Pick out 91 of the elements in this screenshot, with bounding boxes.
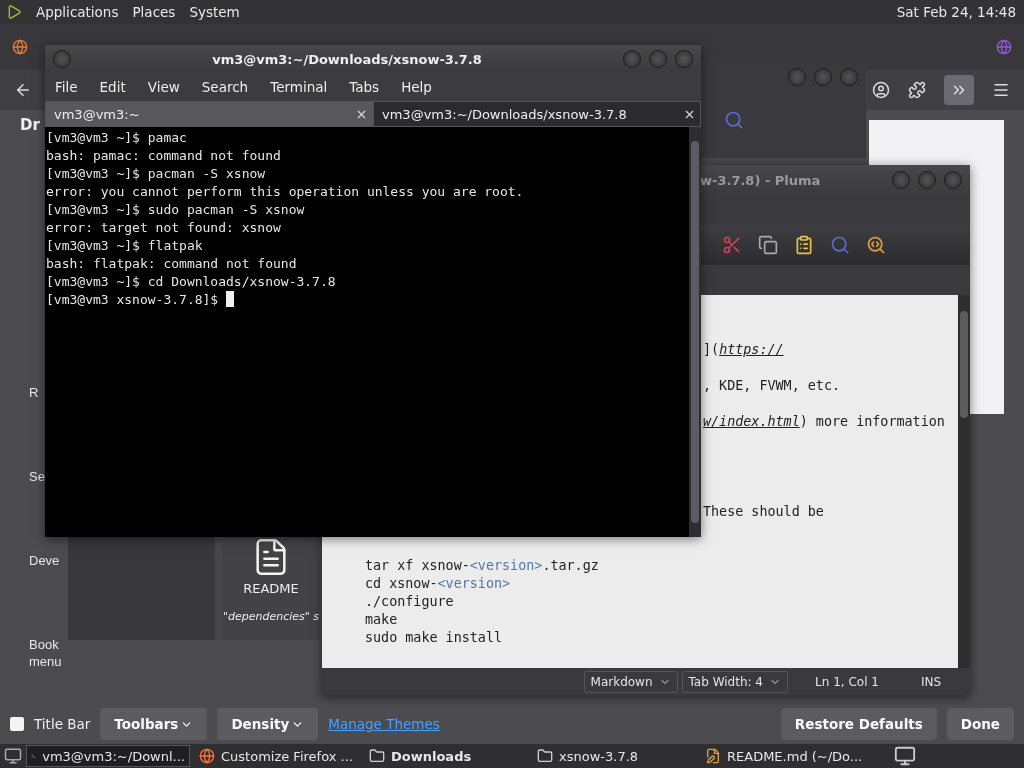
puzzle-icon[interactable] — [908, 81, 926, 99]
back-icon[interactable] — [14, 81, 32, 99]
window-control[interactable] — [788, 68, 806, 86]
terminal-tab[interactable]: vm3@vm3:~/Downloads/xsnow-3.7.8 — [373, 101, 701, 127]
menu-item[interactable]: Help — [401, 79, 432, 95]
menu-item[interactable]: Tabs — [349, 79, 380, 95]
window-control[interactable] — [649, 50, 667, 68]
search-icon[interactable] — [724, 110, 744, 130]
restore-defaults-button[interactable]: Restore Defaults — [780, 708, 937, 740]
taskbar-button[interactable]: Customize Firefox ... — [194, 745, 360, 767]
palette-item-label: R — [29, 384, 40, 401]
scrollbar[interactable] — [689, 127, 701, 537]
window-control[interactable] — [840, 68, 858, 86]
terminal-line: [vm3@vm3 xsnow-3.7.8]$ — [46, 291, 688, 309]
panel-menu[interactable]: Places — [132, 4, 176, 20]
terminal-line: error: you cannot perform this operation unless you are root. — [46, 183, 525, 201]
menu-item[interactable]: Search — [201, 79, 249, 95]
panel-menu[interactable]: Applications — [36, 4, 119, 20]
terminal-line: [vm3@vm3 ~]$ sudo pacman -S xsnow — [46, 201, 306, 219]
terminal-line: error: target not found: xsnow — [46, 219, 282, 237]
scissors-icon[interactable] — [722, 235, 742, 255]
terminal-line: bash: flatpak: command not found — [46, 255, 298, 273]
palette-heading: Dr — [20, 116, 41, 134]
menu-item[interactable]: View — [147, 79, 180, 95]
folder-icon — [537, 748, 553, 764]
window-title: vm3@vm3:~/Downloads/xsnow-3.7.8 — [211, 51, 483, 67]
palette-item-label: Deve — [29, 552, 61, 569]
search-icon[interactable] — [830, 235, 850, 255]
terminal-line: [vm3@vm3 ~]$ pamac — [46, 129, 188, 147]
terminal-line: bash: pamac: command not found — [46, 147, 282, 165]
window-control[interactable] — [814, 68, 832, 86]
taskbar-button[interactable]: README.md (~/Do... — [700, 745, 890, 767]
menu-item[interactable]: File — [55, 79, 78, 95]
menu-icon[interactable] — [992, 81, 1010, 99]
menu-item[interactable]: Terminal — [270, 79, 328, 95]
overflow-menu-button[interactable] — [944, 75, 974, 105]
globe-icon — [199, 748, 215, 764]
text-line: These should be — [702, 503, 825, 521]
text-cursor — [226, 291, 234, 307]
panel-menu[interactable]: System — [189, 4, 240, 20]
taskbar-button[interactable]: Downloads — [364, 745, 528, 767]
terminal-line: [vm3@vm3 ~]$ pacman -S xsnow — [46, 165, 267, 183]
file-tile[interactable]: README "dependencies" s — [222, 537, 320, 640]
pen-document-icon — [705, 748, 721, 764]
window-control[interactable] — [623, 50, 641, 68]
taskbar-button[interactable]: xsnow-3.7.8 — [532, 745, 696, 767]
text-line: w/index.html) more information — [702, 413, 946, 431]
palette-item-label: menu — [29, 653, 63, 670]
code-line: tar xf xsnow-<version>.tar.gz — [364, 557, 600, 575]
folder-icon — [369, 748, 385, 764]
code-line: make — [364, 611, 399, 629]
window-control[interactable] — [918, 171, 936, 189]
palette-item-label: Se — [29, 468, 46, 485]
desktop-icon[interactable] — [4, 747, 22, 765]
terminal-tab[interactable]: vm3@vm3:~ — [45, 101, 373, 127]
code-line: sudo make install — [364, 629, 504, 647]
text-line: , KDE, FVWM, etc. — [702, 377, 842, 395]
workspace-switcher-icon[interactable] — [894, 745, 916, 767]
clock: Sat Feb 24, 14:48 — [896, 4, 1016, 20]
clipboard-icon[interactable] — [794, 235, 814, 255]
browser-icon — [12, 39, 28, 55]
density-button[interactable]: Density — [217, 708, 319, 740]
done-button[interactable]: Done — [946, 708, 1014, 740]
taskbar-button[interactable]: vm3@vm3:~/Downl... — [26, 745, 190, 767]
terminal-line: [vm3@vm3 ~]$ flatpak — [46, 237, 204, 255]
code-line: cd xsnow-<version> — [364, 575, 512, 593]
account-icon[interactable] — [872, 81, 890, 99]
window-title: w-3.7.8) - Pluma — [699, 172, 821, 188]
title-bar-label: Title Bar — [34, 716, 91, 732]
cursor-position: Ln 1, Col 1 — [814, 674, 880, 689]
tab-width-dropdown[interactable]: Tab Width: 4 — [681, 670, 788, 693]
toolbars-button[interactable]: Toolbars — [100, 708, 208, 740]
file-note: "dependencies" s — [222, 610, 320, 623]
window-control[interactable] — [892, 171, 910, 189]
replace-icon[interactable] — [866, 235, 886, 255]
palette-item-label: Book — [29, 636, 60, 653]
copy-icon[interactable] — [758, 235, 778, 255]
logo-icon — [6, 4, 22, 20]
language-dropdown[interactable]: Markdown — [583, 670, 678, 693]
file-name[interactable]: README — [243, 581, 299, 596]
window-control[interactable] — [944, 171, 962, 189]
code-line: ./configure — [364, 593, 455, 611]
window-control[interactable] — [675, 50, 693, 68]
text-line: ](https:// — [702, 341, 785, 359]
insert-mode: INS — [919, 674, 943, 689]
window-control[interactable] — [53, 50, 71, 68]
file-tile[interactable] — [68, 537, 215, 640]
title-bar-checkbox[interactable] — [10, 717, 24, 731]
scrollbar[interactable] — [958, 295, 970, 668]
terminal-line: [vm3@vm3 ~]$ cd Downloads/xsnow-3.7.8 — [46, 273, 337, 291]
menu-item[interactable]: Edit — [99, 79, 126, 95]
